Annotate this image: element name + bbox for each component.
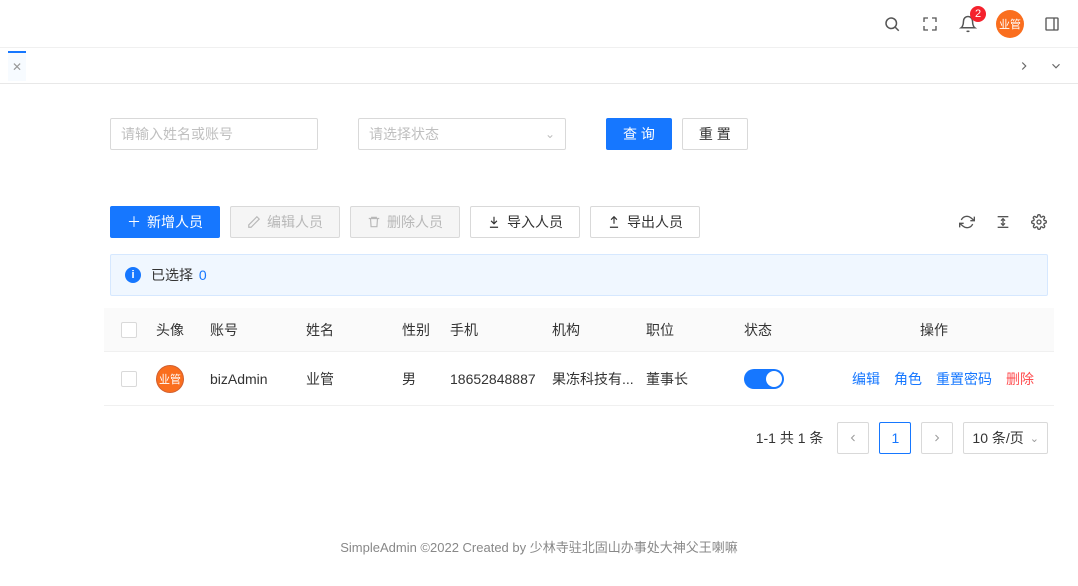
action-role[interactable]: 角色 — [894, 369, 922, 389]
import-icon — [487, 215, 501, 229]
action-reset-pwd[interactable]: 重置密码 — [936, 369, 992, 389]
query-button[interactable]: 查 询 — [606, 118, 672, 150]
alert-label: 已选择 — [151, 267, 193, 283]
col-name: 姓名 — [306, 320, 402, 340]
chevron-down-icon: ⌄ — [1030, 432, 1039, 445]
export-icon — [607, 215, 621, 229]
col-gender: 性别 — [402, 320, 450, 340]
delete-button: 删除人员 — [350, 206, 460, 238]
tab-close-icon[interactable]: ✕ — [8, 51, 26, 81]
action-edit[interactable]: 编辑 — [852, 369, 880, 389]
col-position: 职位 — [646, 320, 744, 340]
main-content: 请选择状态 ⌄ 查 询 重 置 ＋ 新增人员 编辑人员 删除人员 导入人 — [80, 84, 1078, 470]
row-gender: 男 — [402, 369, 450, 389]
export-button[interactable]: 导出人员 — [590, 206, 700, 238]
table-toolbar: ＋ 新增人员 编辑人员 删除人员 导入人员 导出人员 — [104, 196, 1054, 248]
layout-icon[interactable] — [1042, 14, 1062, 34]
page-next[interactable] — [921, 422, 953, 454]
row-org: 果冻科技有... — [552, 369, 646, 389]
user-avatar[interactable]: 业管 — [996, 10, 1024, 38]
chevron-down-icon: ⌄ — [545, 127, 555, 141]
status-switch[interactable] — [744, 369, 784, 389]
page-size-select[interactable]: 10 条/页 ⌄ — [963, 422, 1048, 454]
alert-count: 0 — [199, 267, 207, 283]
side-column — [0, 84, 80, 324]
status-placeholder: 请选择状态 — [369, 124, 439, 144]
table-header: 头像 账号 姓名 性别 手机 机构 职位 状态 操作 — [104, 308, 1054, 352]
column-height-icon[interactable] — [994, 213, 1012, 231]
add-button[interactable]: ＋ 新增人员 — [110, 206, 220, 238]
col-phone: 手机 — [450, 320, 552, 340]
tab-bar: ✕ — [0, 48, 1078, 84]
notification-badge: 2 — [970, 6, 986, 22]
fullscreen-icon[interactable] — [920, 14, 940, 34]
footer-text: SimpleAdmin ©2022 Created by 少林寺驻北固山办事处大… — [0, 537, 1078, 556]
col-actions: 操作 — [834, 320, 1054, 340]
row-name: 业管 — [306, 369, 402, 389]
trash-icon — [367, 215, 381, 229]
row-checkbox[interactable] — [121, 371, 137, 387]
search-icon[interactable] — [882, 14, 902, 34]
info-icon: i — [125, 267, 141, 283]
plus-icon: ＋ — [127, 212, 141, 232]
import-button[interactable]: 导入人员 — [470, 206, 580, 238]
search-form: 请选择状态 ⌄ 查 询 重 置 — [104, 104, 1054, 168]
col-org: 机构 — [552, 320, 646, 340]
action-delete[interactable]: 删除 — [1006, 369, 1034, 389]
settings-icon[interactable] — [1030, 213, 1048, 231]
row-position: 董事长 — [646, 369, 744, 389]
refresh-icon[interactable] — [958, 213, 976, 231]
page-prev[interactable] — [837, 422, 869, 454]
data-table: 头像 账号 姓名 性别 手机 机构 职位 状态 操作 业管 bizAdmin 业… — [104, 308, 1054, 406]
col-account: 账号 — [210, 320, 306, 340]
page-info: 1-1 共 1 条 — [756, 428, 824, 448]
tab-next-icon[interactable] — [1010, 52, 1038, 80]
pagination: 1-1 共 1 条 1 10 条/页 ⌄ — [104, 406, 1054, 470]
col-status: 状态 — [744, 320, 834, 340]
table-card: ＋ 新增人员 编辑人员 删除人员 导入人员 导出人员 — [104, 196, 1054, 470]
tab-menu-icon[interactable] — [1042, 52, 1070, 80]
row-phone: 18652848887 — [450, 371, 552, 387]
name-input[interactable] — [110, 118, 318, 150]
selection-alert: i 已选择 0 — [110, 254, 1048, 296]
table-row: 业管 bizAdmin 业管 男 18652848887 果冻科技有... 董事… — [104, 352, 1054, 406]
page-1[interactable]: 1 — [879, 422, 911, 454]
edit-button: 编辑人员 — [230, 206, 340, 238]
select-all-checkbox[interactable] — [121, 322, 137, 338]
edit-icon — [247, 215, 261, 229]
row-account: bizAdmin — [210, 371, 306, 387]
reset-button[interactable]: 重 置 — [682, 118, 748, 150]
status-select[interactable]: 请选择状态 ⌄ — [358, 118, 566, 150]
col-avatar: 头像 — [154, 320, 210, 340]
row-avatar: 业管 — [156, 365, 184, 393]
top-bar: 2 业管 — [0, 0, 1078, 48]
notification-icon[interactable]: 2 — [958, 14, 978, 34]
